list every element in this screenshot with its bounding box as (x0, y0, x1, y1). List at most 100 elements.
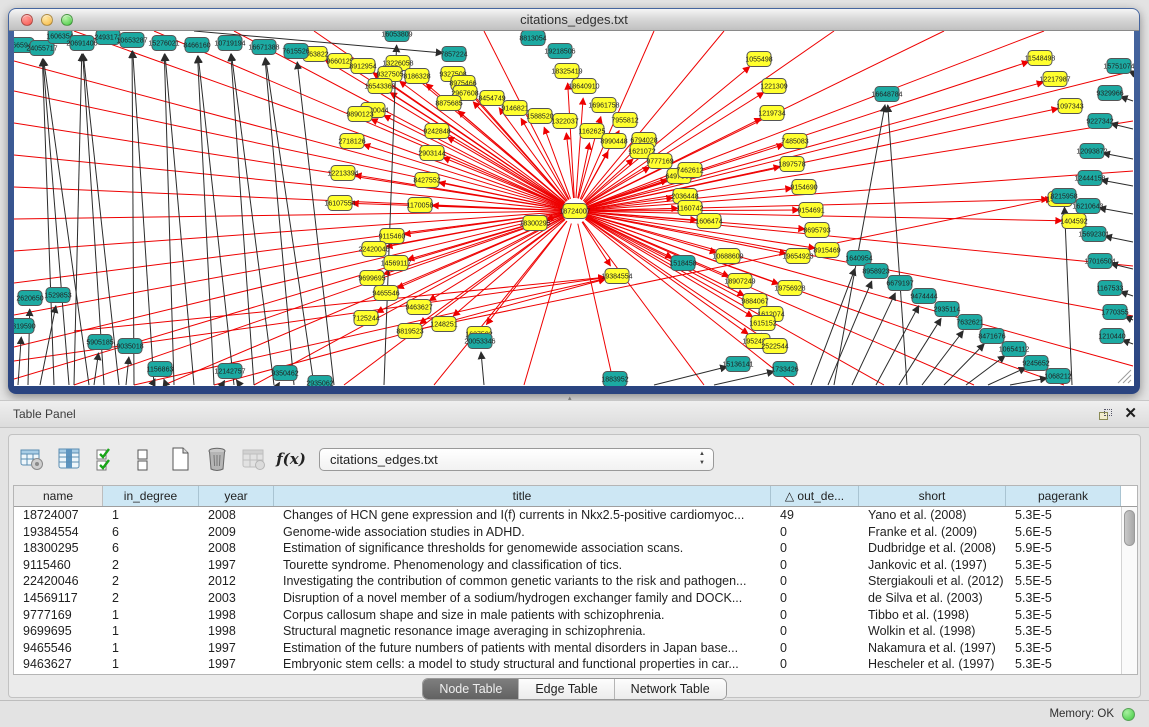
graph-node[interactable]: 8915469 (813, 243, 840, 258)
close-panel-icon[interactable]: ✕ (1124, 408, 1137, 420)
citation-network-graph[interactable]: 1872400776638229660125891295413226058932… (14, 31, 1134, 386)
graph-node[interactable]: 8471676 (978, 329, 1005, 344)
table-selector-dropdown[interactable]: citations_edges.txt ▲ ▼ (319, 448, 714, 471)
table-row[interactable]: 911546021997Tourette syndrome. Phenomeno… (14, 557, 1121, 574)
close-window-icon[interactable] (21, 14, 33, 26)
graph-node[interactable]: 1210440 (1098, 329, 1125, 344)
graph-node[interactable]: 1518458 (669, 256, 696, 271)
graph-node[interactable]: 12093872 (1076, 144, 1107, 159)
graph-node[interactable]: 16671388 (248, 40, 279, 55)
graph-node[interactable]: 7462612 (676, 163, 703, 178)
table-row[interactable]: 1938455462009Genome-wide association stu… (14, 524, 1121, 541)
graph-node[interactable]: 9245652 (1022, 356, 1049, 371)
graph-node[interactable]: 8466160 (183, 38, 210, 53)
graph-node[interactable]: 16961758 (588, 98, 619, 113)
graph-node[interactable]: 5905185 (86, 335, 113, 350)
graph-node[interactable]: 1167533 (1097, 281, 1124, 296)
column-header-in_degree[interactable]: in_degree (103, 486, 199, 506)
graph-node[interactable]: 9146821 (501, 101, 528, 116)
graph-node[interactable]: 1322037 (551, 114, 578, 129)
function-builder-icon[interactable]: f(x) (278, 446, 304, 472)
graph-node[interactable]: 1219734 (758, 106, 785, 121)
graph-node[interactable]: 9242848 (423, 124, 450, 139)
graph-node[interactable]: 10719194 (214, 36, 245, 51)
graph-node[interactable]: 1404592 (1060, 214, 1087, 229)
table-mode-icon[interactable] (19, 446, 45, 472)
graph-node[interactable]: 8990448 (600, 134, 627, 149)
graph-node[interactable]: 19218506 (544, 44, 575, 59)
graph-node[interactable]: 8813054 (519, 31, 546, 46)
graph-node[interactable]: 15136141 (722, 357, 753, 372)
table-scrollbar-thumb[interactable] (1124, 510, 1135, 546)
graph-node[interactable]: 9035018 (116, 339, 143, 354)
graph-node[interactable]: 16053809 (381, 31, 412, 42)
graph-node[interactable]: 18300295 (519, 216, 550, 231)
graph-node[interactable]: 1615152 (749, 316, 776, 331)
graph-node[interactable]: 8427552 (413, 173, 440, 188)
graph-node[interactable]: 12213394 (327, 166, 358, 181)
graph-node[interactable]: 22420046 (358, 242, 389, 257)
graph-node[interactable]: 9154691 (797, 203, 824, 218)
graph-node[interactable]: 17016504 (1084, 254, 1115, 269)
graph-node[interactable]: 1588520 (526, 109, 553, 124)
graph-node[interactable]: 9329966 (1096, 86, 1123, 101)
graph-node[interactable]: 9465546 (372, 286, 399, 301)
graph-node[interactable]: 18907249 (724, 274, 755, 289)
graph-node[interactable]: 8215958 (1050, 189, 1077, 204)
window-titlebar[interactable]: citations_edges.txt (9, 9, 1139, 31)
graph-node[interactable]: 8819523 (396, 324, 423, 339)
graph-node[interactable]: 1221309 (760, 79, 787, 94)
delete-table-icon[interactable] (241, 446, 267, 472)
graph-node[interactable]: 1097343 (1056, 99, 1083, 114)
new-column-icon[interactable] (167, 446, 193, 472)
memory-status-icon[interactable] (1122, 708, 1135, 721)
graph-node[interactable]: 10653287 (116, 33, 147, 48)
graph-node[interactable]: 1883952 (601, 372, 628, 387)
graph-node[interactable]: 18640910 (568, 79, 599, 94)
graph-node[interactable]: 8186328 (403, 69, 430, 84)
graph-node[interactable]: 9474444 (910, 289, 937, 304)
table-row[interactable]: 1872400712008Changes of HCN gene express… (14, 507, 1121, 524)
float-panel-icon[interactable] (1099, 409, 1112, 420)
graph-node[interactable]: 1170058 (407, 198, 434, 213)
graph-node[interactable]: 1248251 (430, 317, 457, 332)
graph-node[interactable]: 16107554 (324, 196, 355, 211)
table-row[interactable]: 2242004622012Investigating the contribut… (14, 573, 1121, 590)
network-canvas[interactable]: 1872400776638229660125891295413226058932… (14, 31, 1134, 386)
graph-node[interactable]: 2718126 (338, 134, 365, 149)
graph-node[interactable]: 8958923 (862, 264, 889, 279)
graph-node[interactable]: 9463627 (405, 300, 432, 315)
graph-node[interactable]: 1770355 (1101, 305, 1128, 320)
graph-node[interactable]: 9350462 (271, 366, 298, 381)
graph-node[interactable]: 12217987 (1039, 72, 1070, 87)
zoom-window-icon[interactable] (61, 14, 73, 26)
clear-selection-icon[interactable] (130, 446, 156, 472)
graph-node[interactable]: 7632621 (956, 315, 983, 330)
graph-node[interactable]: 8912954 (349, 59, 376, 74)
graph-node[interactable]: 1529853 (44, 288, 71, 303)
graph-node[interactable]: 7857224 (440, 47, 467, 62)
graph-node[interactable]: 2935114 (934, 302, 961, 317)
graph-node[interactable]: 1733426 (771, 362, 798, 377)
graph-node[interactable]: 18724007 (559, 204, 590, 219)
graph-node[interactable]: 9777169 (646, 154, 673, 169)
graph-node[interactable]: 12142757 (214, 364, 245, 379)
graph-node[interactable]: 11548498 (1025, 51, 1056, 66)
column-header-short[interactable]: short (859, 486, 1006, 506)
graph-node[interactable]: 15751074 (1103, 59, 1134, 74)
graph-node[interactable]: 2903144 (418, 146, 445, 161)
graph-node[interactable]: 2935062 (306, 376, 333, 387)
delete-column-icon[interactable] (204, 446, 230, 472)
tab-node-table[interactable]: Node Table (423, 679, 519, 699)
column-header-pagerank[interactable]: pagerank (1006, 486, 1121, 506)
column-header-out_degree[interactable]: △ out_de... (771, 486, 859, 506)
column-chooser-icon[interactable] (56, 446, 82, 472)
graph-node[interactable]: 16648784 (871, 87, 902, 102)
graph-node[interactable]: 20053346 (464, 334, 495, 349)
graph-node[interactable]: 18325419 (551, 64, 582, 79)
graph-node[interactable]: 1068212 (1044, 369, 1071, 384)
graph-node[interactable]: 16543362 (364, 79, 395, 94)
graph-node[interactable]: 6679197 (886, 276, 913, 291)
graph-node[interactable]: 7125244 (352, 311, 379, 326)
graph-node[interactable]: 19756928 (774, 281, 805, 296)
